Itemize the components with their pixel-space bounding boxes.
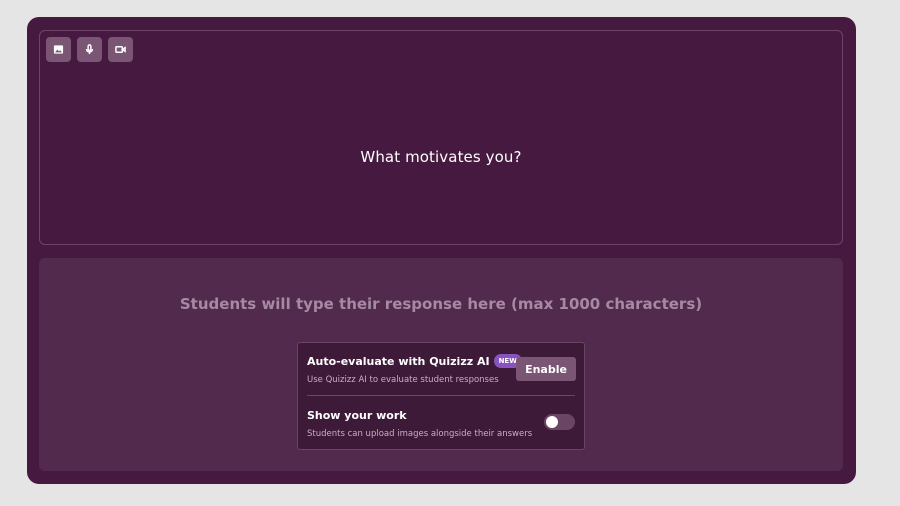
auto-evaluate-title: Auto-evaluate with Quizizz AI (307, 354, 490, 368)
image-icon (53, 45, 64, 54)
question-box[interactable]: What motivates you? (39, 30, 843, 245)
auto-evaluate-description: Use Quizizz AI to evaluate student respo… (307, 375, 499, 385)
question-text[interactable]: What motivates you? (40, 148, 842, 166)
question-editor-card: What motivates you? Students will type t… (27, 17, 856, 484)
media-toolbar (46, 37, 133, 62)
response-options-panel: Auto-evaluate with Quizizz AI NEW Use Qu… (297, 342, 585, 450)
show-work-toggle[interactable] (544, 414, 575, 430)
enable-button[interactable]: Enable (516, 357, 576, 381)
add-audio-button[interactable] (77, 37, 102, 62)
video-icon (115, 46, 126, 53)
microphone-icon (85, 44, 94, 55)
add-image-button[interactable] (46, 37, 71, 62)
response-area: Students will type their response here (… (39, 258, 843, 471)
add-video-button[interactable] (108, 37, 133, 62)
auto-evaluate-row-title: Auto-evaluate with Quizizz AI NEW (307, 354, 522, 368)
response-placeholder: Students will type their response here (… (179, 295, 703, 313)
show-work-description: Students can upload images alongside the… (307, 429, 533, 439)
show-work-title: Show your work (307, 409, 407, 422)
divider (307, 395, 575, 396)
toggle-knob (546, 416, 558, 428)
